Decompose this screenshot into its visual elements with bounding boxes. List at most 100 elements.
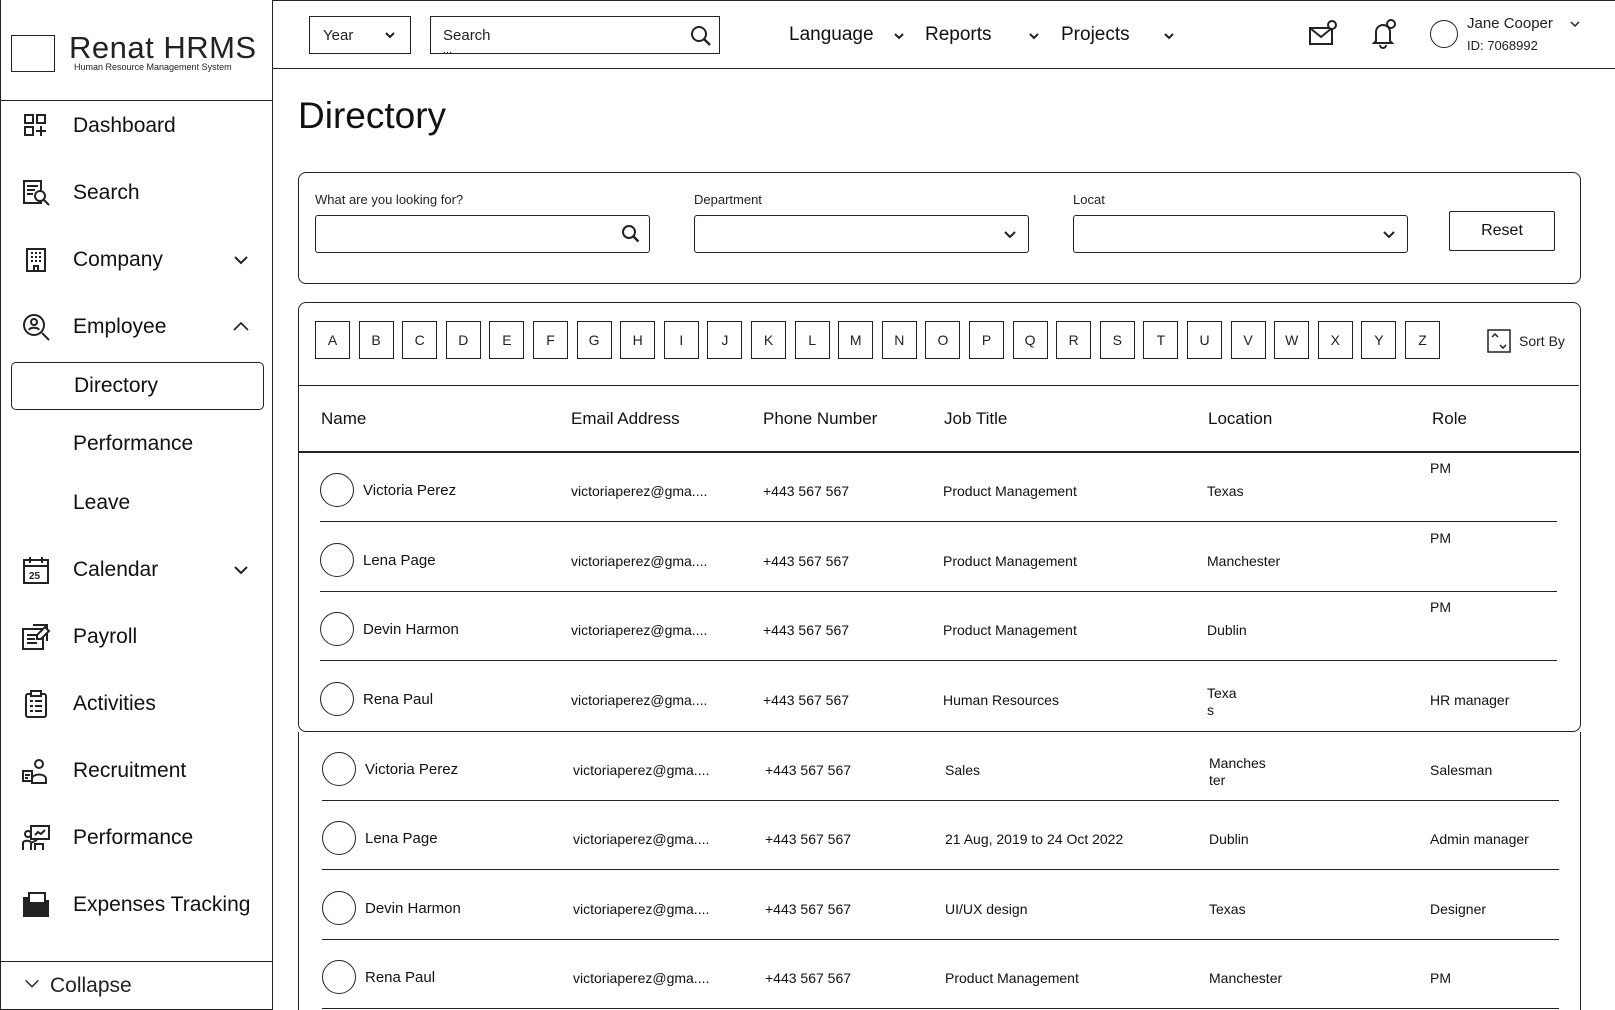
letter-filter-button[interactable]: Q: [1012, 321, 1048, 359]
avatar[interactable]: [322, 960, 356, 994]
sidebar-subitem-directory[interactable]: Directory: [11, 362, 264, 410]
query-input[interactable]: [315, 215, 650, 253]
table-row[interactable]: Devin Harmon victoriaperez@gma.... +443 56…: [298, 592, 1557, 661]
table-row[interactable]: Lena Page victoriaperez@gma.... +443 567 5…: [298, 523, 1557, 592]
letter-filter-button[interactable]: U: [1187, 321, 1222, 359]
employee-email[interactable]: victoriaperez@gma....: [573, 831, 709, 847]
brand-name: Renat HRMS: [69, 30, 257, 65]
employee-email[interactable]: victoriaperez@gma....: [573, 901, 709, 917]
collapse-button[interactable]: Collapse: [1, 961, 272, 1009]
sidebar-item-payroll[interactable]: Payroll: [1, 612, 272, 662]
user-name[interactable]: Jane Cooper: [1467, 15, 1553, 32]
letter-filter-button[interactable]: D: [445, 321, 481, 359]
column-header-name[interactable]: Name: [321, 409, 366, 429]
employee-name[interactable]: Victoria Perez: [365, 761, 458, 778]
chevron-down-icon[interactable]: [893, 30, 905, 42]
letter-filter-button[interactable]: N: [881, 321, 917, 359]
letter-filter-button[interactable]: B: [358, 321, 394, 359]
letter-filter-button[interactable]: J: [707, 321, 743, 359]
employee-name[interactable]: Devin Harmon: [365, 900, 461, 917]
search-icon[interactable]: [690, 25, 712, 47]
letter-filter-button[interactable]: E: [489, 321, 525, 359]
sidebar-item-dashboard[interactable]: Dashboard: [1, 101, 272, 151]
employee-name[interactable]: Rena Paul: [363, 691, 433, 708]
table-row[interactable]: Lena Page victoriaperez@gma.... +443 567 5…: [300, 801, 1559, 870]
employee-name[interactable]: Lena Page: [363, 552, 436, 569]
employee-name[interactable]: Victoria Perez: [363, 482, 456, 499]
department-select[interactable]: [694, 215, 1029, 253]
menu-projects[interactable]: Projects: [1061, 24, 1130, 46]
employee-email[interactable]: victoriaperez@gma....: [571, 553, 707, 569]
letter-filter-button[interactable]: S: [1099, 321, 1135, 359]
menu-language[interactable]: Language: [789, 24, 874, 46]
chevron-down-icon[interactable]: [1163, 30, 1175, 42]
sidebar-subitem-leave[interactable]: Leave: [11, 479, 264, 527]
menu-reports[interactable]: Reports: [925, 24, 992, 46]
sidebar-item-activities[interactable]: Activities: [1, 679, 272, 729]
letter-filter-button[interactable]: A: [315, 321, 350, 359]
letter-filter-button[interactable]: K: [751, 321, 786, 359]
letter-filter-button[interactable]: T: [1143, 321, 1179, 359]
employee-name[interactable]: Rena Paul: [365, 969, 435, 986]
letter-filter-button[interactable]: Y: [1361, 321, 1397, 359]
table-row[interactable]: Devin Harmon victoriaperez@gma.... +443 56…: [300, 871, 1559, 940]
mail-icon[interactable]: [1307, 19, 1337, 49]
employee-name[interactable]: Lena Page: [365, 830, 438, 847]
avatar[interactable]: [322, 752, 356, 786]
location-select[interactable]: [1073, 215, 1408, 253]
column-header-location[interactable]: Location: [1208, 409, 1272, 429]
table-row[interactable]: Rena Paul victoriaperez@gma.... +443 567 5…: [298, 662, 1548, 731]
letter-filter-button[interactable]: F: [533, 321, 568, 359]
sidebar-item-company[interactable]: Company: [1, 235, 272, 285]
presentation-icon: [21, 823, 51, 853]
letter-filter-button[interactable]: R: [1056, 321, 1092, 359]
employee-email[interactable]: victoriaperez@gma....: [571, 622, 707, 638]
letter-filter-button[interactable]: V: [1230, 321, 1266, 359]
avatar[interactable]: [320, 612, 354, 646]
avatar[interactable]: [320, 543, 354, 577]
year-select[interactable]: Year: [309, 16, 411, 54]
letter-filter-button[interactable]: H: [620, 321, 656, 359]
letter-filter-button[interactable]: W: [1274, 321, 1310, 359]
avatar[interactable]: [320, 682, 354, 716]
sidebar-item-recruitment[interactable]: Recruitment: [1, 746, 272, 796]
letter-filter-button[interactable]: O: [925, 321, 961, 359]
bell-icon[interactable]: [1368, 19, 1398, 49]
employee-name[interactable]: Devin Harmon: [363, 621, 459, 638]
column-header-phone[interactable]: Phone Number: [763, 409, 877, 429]
chevron-down-icon[interactable]: [1569, 18, 1581, 30]
letter-filter-button[interactable]: X: [1317, 321, 1353, 359]
sidebar-item-expenses-tracking[interactable]: Expenses Tracking: [1, 880, 272, 930]
employee-email[interactable]: victoriaperez@gma....: [571, 483, 707, 499]
avatar[interactable]: [320, 473, 354, 507]
sidebar-item-employee[interactable]: Employee: [1, 302, 272, 352]
letter-filter-button[interactable]: P: [969, 321, 1004, 359]
employee-email[interactable]: victoriaperez@gma....: [573, 970, 709, 986]
table-row[interactable]: Victoria Perez victoriaperez@gma.... +443 …: [298, 453, 1557, 522]
sidebar-item-calendar[interactable]: 25 Calendar: [1, 545, 272, 595]
sidebar-subitem-performance[interactable]: Performance: [11, 420, 264, 468]
search-icon[interactable]: [621, 224, 641, 244]
employee-email[interactable]: victoriaperez@gma....: [571, 692, 707, 708]
letter-filter-button[interactable]: I: [663, 321, 699, 359]
column-header-job-title[interactable]: Job Title: [944, 409, 1007, 429]
table-row[interactable]: Rena Paul victoriaperez@gma.... +443 567 5…: [300, 940, 1559, 1009]
sidebar-item-performance[interactable]: Performance: [1, 813, 272, 863]
letter-filter-button[interactable]: Z: [1405, 321, 1440, 359]
header-search-input[interactable]: Search ...: [430, 16, 720, 56]
letter-filter-button[interactable]: L: [794, 321, 830, 359]
letter-filter-button[interactable]: G: [576, 321, 612, 359]
user-avatar[interactable]: [1430, 20, 1458, 48]
letter-filter-button[interactable]: C: [402, 321, 438, 359]
query-label: What are you looking for?: [315, 192, 464, 207]
column-header-role[interactable]: Role: [1432, 409, 1467, 429]
avatar[interactable]: [322, 821, 356, 855]
avatar[interactable]: [322, 891, 356, 925]
employee-email[interactable]: victoriaperez@gma....: [573, 762, 709, 778]
sidebar-item-search[interactable]: Search: [1, 168, 272, 218]
letter-filter-button[interactable]: M: [838, 321, 874, 359]
table-row[interactable]: Victoria Perez victoriaperez@gma.... +443 …: [300, 732, 1559, 801]
reset-button[interactable]: Reset: [1449, 211, 1555, 251]
chevron-down-icon[interactable]: [1028, 30, 1040, 42]
column-header-email[interactable]: Email Address: [571, 409, 680, 429]
